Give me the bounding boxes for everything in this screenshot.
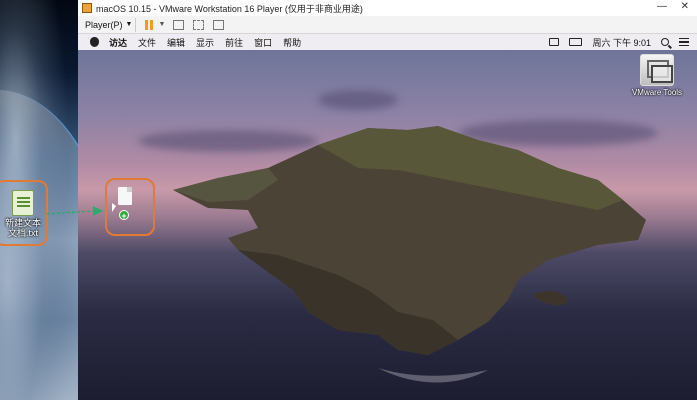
close-icon[interactable]: ✕ [681,1,689,12]
minimize-icon[interactable]: — [657,1,667,12]
menu-go[interactable]: 前往 [225,36,243,49]
mac-status-area: 周六 下午 9:01 [549,34,689,50]
macos-guest-screen[interactable]: 访达 文件 编辑 显示 前往 窗口 帮助 周六 下午 9:01 VMware T… [78,34,697,400]
dragged-file-preview: + [112,187,135,227]
vmware-tools-desktop-item[interactable]: VMware Tools [627,54,687,97]
vmware-titlebar: macOS 10.15 - VMware Workstation 16 Play… [78,0,697,16]
pause-button[interactable] [142,18,156,32]
apple-icon[interactable] [90,37,99,47]
vmware-tools-icon [640,54,674,86]
drag-arrow-icon [46,206,103,216]
vmware-player-window: macOS 10.15 - VMware Workstation 16 Play… [78,0,697,400]
fit-window-button[interactable] [191,18,205,32]
vmware-tools-label: VMware Tools [631,88,683,97]
add-badge-icon: + [119,210,129,221]
fit-window-icon [192,19,204,30]
window-title: macOS 10.15 - VMware Workstation 16 Play… [96,3,363,14]
pause-icon [145,19,154,30]
vmware-toolbar: Player(P) ▼ ▼ [78,16,697,34]
catalina-wallpaper [78,50,697,400]
player-menu-label: Player(P) [85,19,123,30]
chevron-down-icon: ▼ [125,21,133,28]
menu-edit[interactable]: 编辑 [167,36,185,49]
list-icon[interactable] [679,38,689,46]
unity-button[interactable] [211,18,225,32]
menu-view[interactable]: 显示 [196,36,214,49]
send-ctrl-alt-del-icon [172,19,184,30]
catalina-island [173,126,646,383]
pause-dropdown-icon[interactable]: ▼ [158,21,165,28]
menubar-clock[interactable]: 周六 下午 9:01 [592,36,651,49]
send-ctrl-alt-del-button[interactable] [171,18,185,32]
player-menu-button[interactable]: Player(P) ▼ [82,17,137,32]
cursor-icon [112,203,116,212]
menu-window[interactable]: 窗口 [254,36,272,49]
host-file-highlight-ring [0,180,48,246]
mac-menubar: 访达 文件 编辑 显示 前往 窗口 帮助 周六 下午 9:01 [78,34,697,50]
menu-file[interactable]: 文件 [138,36,156,49]
display-icon[interactable] [569,38,583,46]
vmware-app-icon [82,3,92,13]
search-icon[interactable] [661,38,669,46]
unity-icon [212,19,224,30]
menu-finder[interactable]: 访达 [109,36,127,49]
menu-help[interactable]: 帮助 [283,36,301,49]
document-icon [118,187,132,205]
keyboard-icon[interactable] [549,38,560,46]
